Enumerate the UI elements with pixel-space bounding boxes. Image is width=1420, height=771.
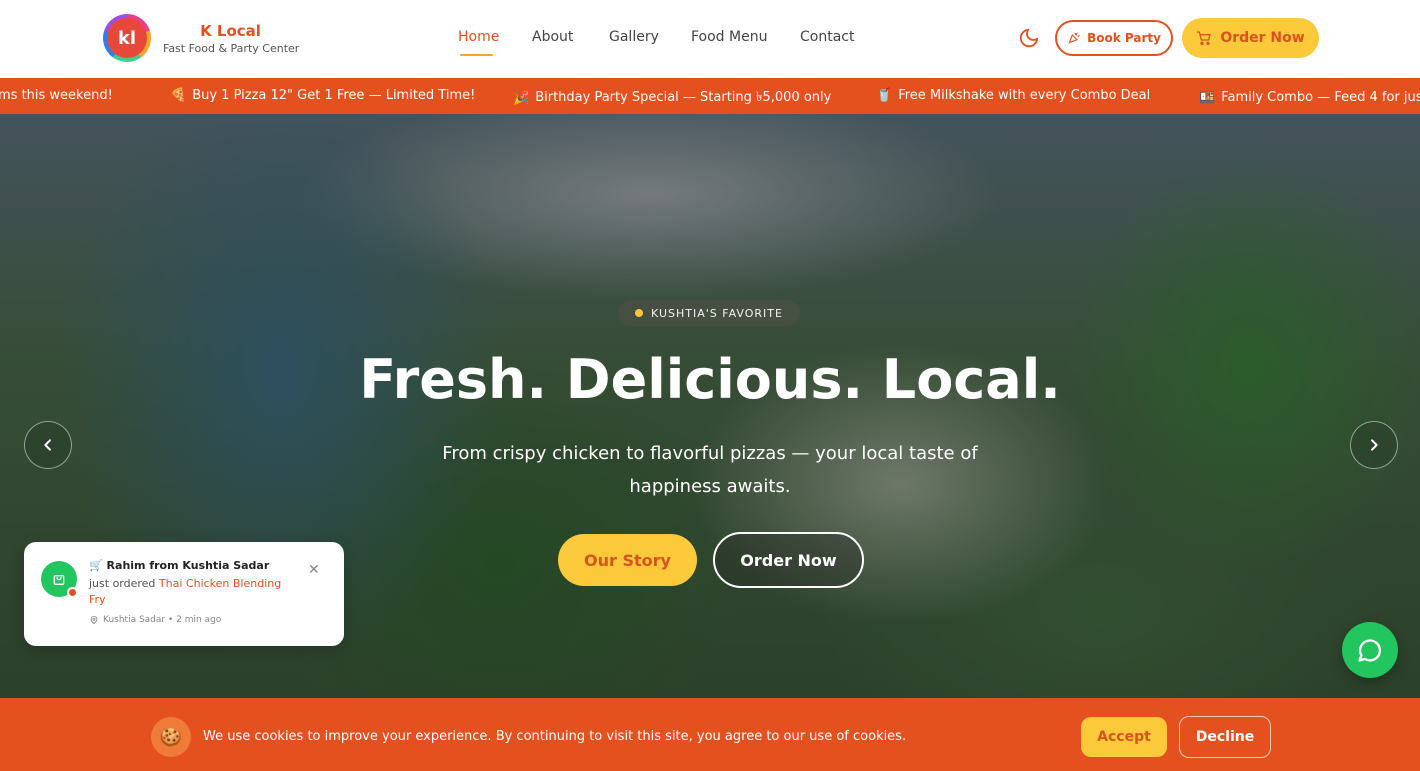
close-icon[interactable]: ✕ bbox=[308, 562, 320, 578]
chevron-right-icon bbox=[1371, 439, 1378, 451]
pizza-icon: 🍕 bbox=[170, 88, 187, 103]
brand-logo[interactable]: kl bbox=[103, 14, 151, 62]
our-story-button[interactable]: Our Story bbox=[558, 534, 697, 586]
order-now-button[interactable]: Order Now bbox=[1182, 18, 1319, 58]
ticker-text: ms this weekend! bbox=[0, 88, 113, 103]
notification-meta: Kushtia Sadar • 2 min ago bbox=[89, 615, 221, 625]
combo-icon: 🍱 bbox=[1199, 91, 1216, 106]
live-indicator bbox=[67, 587, 78, 598]
hero-subtitle: From crispy chicken to flavorful pizzas … bbox=[442, 443, 978, 497]
logo-mark: kl bbox=[107, 18, 147, 58]
hero-badge: KUSHTIA'S FAVORITE bbox=[618, 300, 800, 326]
notification-message: just ordered Thai Chicken Blending Fry bbox=[89, 576, 289, 608]
ticker-text: Family Combo — Feed 4 for just ৳ bbox=[1221, 90, 1420, 105]
hero-title: Fresh. Delicious. Local. bbox=[359, 348, 1061, 411]
ticker-item[interactable]: 🍕 Buy 1 Pizza 12" Get 1 Free — Limited T… bbox=[170, 88, 475, 103]
notification-customer-name: Rahim from Kushtia Sadar bbox=[106, 559, 270, 572]
notification-customer: 🛒 Rahim from Kushtia Sadar bbox=[89, 559, 269, 572]
party-popper-icon bbox=[1068, 32, 1080, 44]
hero-badge-label: KUSHTIA'S FAVORITE bbox=[651, 306, 783, 320]
ticker-item[interactable]: ms this weekend! bbox=[0, 88, 113, 103]
chat-bubble-icon bbox=[1358, 639, 1382, 662]
cookie-consent-bar: 🍪 We use cookies to improve your experie… bbox=[0, 698, 1420, 771]
cookie-message: We use cookies to improve your experienc… bbox=[203, 729, 907, 744]
brand-tagline: Fast Food & Party Center bbox=[163, 42, 300, 55]
ticker-text: Free Milkshake with every Combo Deal bbox=[898, 88, 1151, 103]
moon-icon bbox=[1019, 28, 1039, 48]
nav-about[interactable]: About bbox=[532, 29, 573, 45]
order-now-label: Order Now bbox=[1220, 30, 1305, 46]
dark-mode-toggle[interactable] bbox=[1018, 27, 1040, 49]
nav-food-menu[interactable]: Food Menu bbox=[691, 29, 767, 45]
accept-cookies-button[interactable]: Accept bbox=[1081, 717, 1167, 757]
ticker-item[interactable]: 🎉 Birthday Party Special — Starting ৳5,0… bbox=[513, 88, 831, 109]
nav-home[interactable]: Home bbox=[458, 29, 499, 45]
order-notification-toast: 🛒 Rahim from Kushtia Sadar just ordered … bbox=[24, 542, 344, 646]
badge-dot bbox=[635, 309, 644, 317]
decline-cookies-button[interactable]: Decline bbox=[1179, 716, 1271, 758]
promo-ticker: ms this weekend! 🍕 Buy 1 Pizza 12" Get 1… bbox=[0, 78, 1420, 114]
notification-meta-text: Kushtia Sadar • 2 min ago bbox=[103, 615, 222, 625]
ticker-text: Buy 1 Pizza 12" Get 1 Free — Limited Tim… bbox=[192, 88, 476, 103]
party-icon: 🎉 bbox=[513, 91, 530, 106]
cookie-icon: 🍪 bbox=[151, 717, 191, 757]
cart-icon bbox=[1196, 31, 1211, 45]
notification-prefix: just ordered bbox=[89, 577, 156, 590]
nav-contact[interactable]: Contact bbox=[800, 29, 854, 45]
nav-gallery[interactable]: Gallery bbox=[609, 29, 659, 45]
location-pin-icon bbox=[90, 615, 98, 625]
ticker-item[interactable]: 🥤 Free Milkshake with every Combo Deal bbox=[876, 88, 1150, 103]
slider-prev-button[interactable] bbox=[24, 421, 72, 469]
whatsapp-chat-button[interactable] bbox=[1342, 622, 1398, 678]
slider-next-button[interactable] bbox=[1350, 421, 1398, 469]
nav-active-indicator bbox=[460, 54, 493, 56]
book-party-label: Book Party bbox=[1087, 31, 1161, 45]
ticker-item[interactable]: 🍱 Family Combo — Feed 4 for just ৳ bbox=[1199, 88, 1420, 109]
book-party-button[interactable]: Book Party bbox=[1055, 20, 1173, 56]
chevron-left-icon bbox=[44, 439, 51, 451]
hero-order-now-button[interactable]: Order Now bbox=[713, 532, 864, 588]
cart-icon: 🛒 bbox=[89, 559, 103, 572]
site-header: kl K Local Fast Food & Party Center Home… bbox=[0, 0, 1420, 78]
ticker-text: Birthday Party Special — Starting ৳5,000… bbox=[535, 90, 832, 105]
brand-name[interactable]: K Local bbox=[163, 22, 298, 40]
drink-icon: 🥤 bbox=[876, 88, 893, 103]
